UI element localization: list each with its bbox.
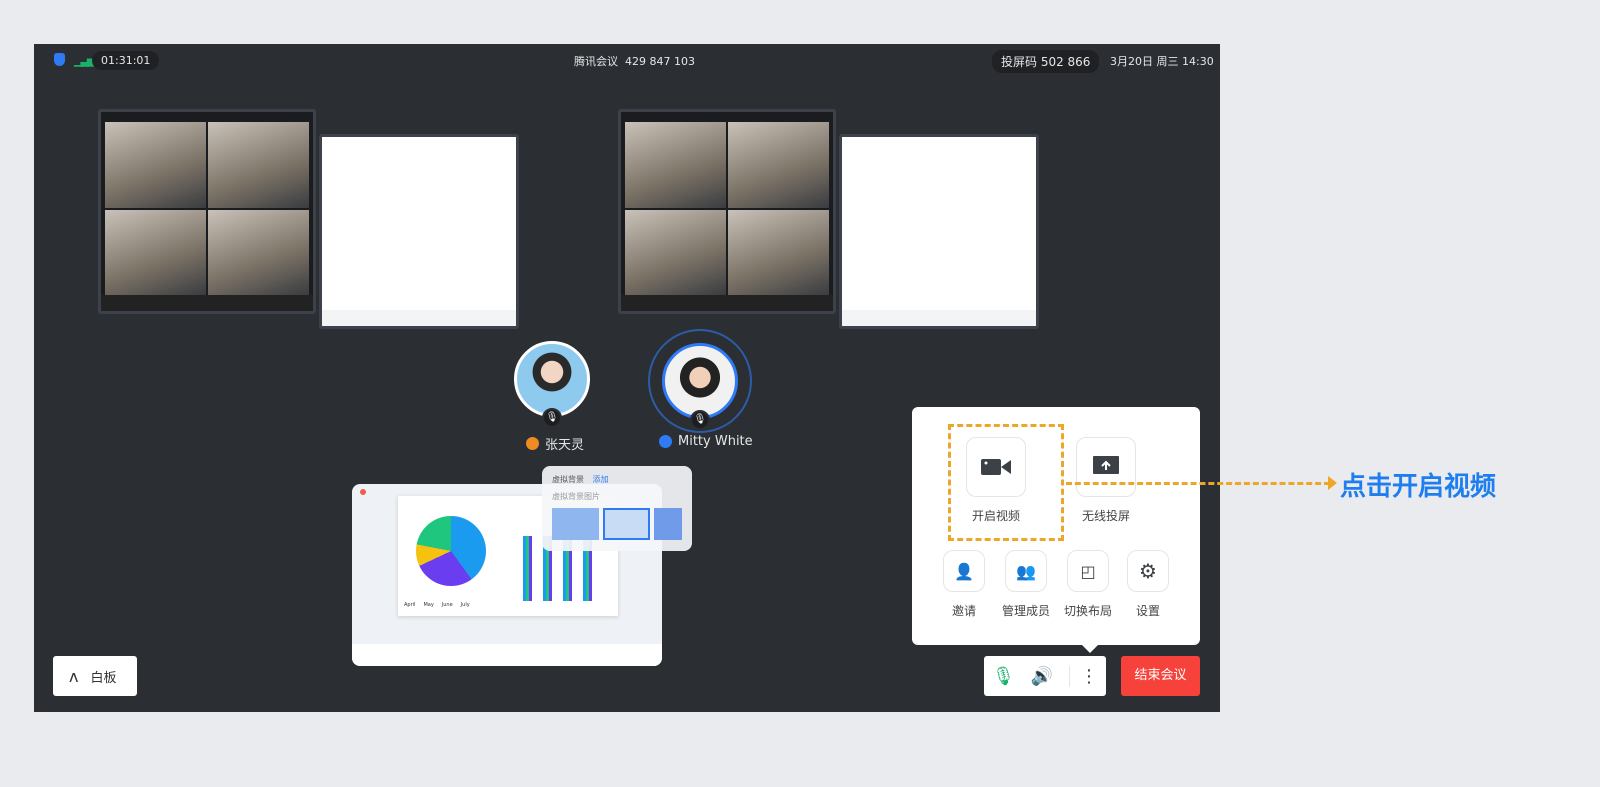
invite-user-icon: 👤 [943, 550, 985, 592]
meeting-screen: ▁▃▅ 01:31:01 腾讯会议 429 847 103 投屏码 502 86… [34, 44, 1220, 712]
wireless-cast-button[interactable]: 无线投屏 [1066, 437, 1146, 524]
whiteboard-button[interactable]: ʌ 白板 [53, 656, 137, 696]
device-image-right-2 [839, 134, 1039, 329]
participant-name-1: 张天灵 [526, 434, 584, 453]
signal-icon[interactable]: ▁▃▅ [74, 54, 95, 67]
pie-chart [416, 516, 486, 586]
annotation-line [1066, 482, 1330, 485]
mic-icon: 🎙 [690, 410, 710, 430]
vb-title: 虚拟背景 [552, 475, 584, 484]
speaker-icon[interactable]: 🔊 [1031, 666, 1053, 687]
user-icon [526, 437, 539, 450]
device-image-left-1 [98, 109, 316, 314]
control-bar: 🎙 🔊 ⋮ [984, 656, 1106, 696]
more-icon[interactable]: ⋮ [1069, 665, 1098, 687]
pen-icon: ʌ [69, 666, 79, 686]
screen-cast-icon [1076, 437, 1136, 497]
virtual-background-popup: 虚拟背景 添加 虚拟背景图片 [542, 466, 692, 551]
avatar-participant-2[interactable] [662, 343, 738, 419]
meeting-id: 腾讯会议 429 847 103 [574, 55, 695, 68]
members-icon: 👥 [1005, 550, 1047, 592]
participant-name-2: Mitty White [659, 434, 753, 449]
layout-switch-icon: ◰ [1067, 550, 1109, 592]
annotation-label: 点击开启视频 [1340, 472, 1497, 502]
highlight-box [948, 424, 1064, 541]
device-image-left-2 [319, 134, 519, 329]
vb-thumb[interactable] [653, 508, 682, 540]
microphone-icon[interactable]: 🎙 [992, 666, 1015, 687]
cast-code: 投屏码 502 866 [992, 50, 1100, 73]
vb-subtitle: 虚拟背景图片 [552, 492, 600, 501]
device-image-right-1 [618, 109, 836, 314]
invite-button[interactable]: 👤 邀请 [934, 550, 994, 619]
chart-legend: April May June July [404, 602, 470, 608]
vb-thumb-selected[interactable] [602, 508, 650, 540]
gear-icon: ⚙ [1127, 550, 1169, 592]
avatar-participant-1[interactable] [514, 341, 590, 417]
arrow-icon [1328, 476, 1337, 490]
security-shield-icon[interactable] [54, 53, 65, 66]
end-meeting-button[interactable]: 结束会议 [1121, 656, 1200, 696]
user-icon [659, 435, 672, 448]
manage-members-button[interactable]: 👥 管理成员 [992, 550, 1060, 619]
date-time: 3月20日 周三 14:30 [1110, 55, 1214, 68]
settings-button[interactable]: ⚙ 设置 [1118, 550, 1178, 619]
mic-icon: 🎙 [542, 408, 562, 428]
meeting-duration: 01:31:01 [92, 51, 160, 70]
vb-add-link[interactable]: 添加 [593, 475, 609, 484]
top-bar: ▁▃▅ 01:31:01 腾讯会议 429 847 103 投屏码 502 86… [34, 44, 1220, 76]
switch-layout-button[interactable]: ◰ 切换布局 [1054, 550, 1122, 619]
vb-thumb[interactable] [552, 508, 599, 540]
